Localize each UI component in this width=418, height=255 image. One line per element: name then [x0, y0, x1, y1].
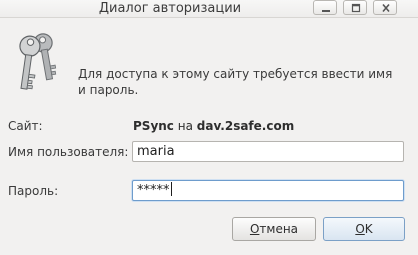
username-value: maria — [137, 144, 175, 159]
close-button[interactable] — [373, 0, 397, 15]
minimize-icon — [322, 10, 330, 12]
cancel-mnemonic: О — [249, 222, 260, 236]
auth-message: Для доступа к этому сайту требуется ввес… — [78, 67, 393, 97]
site-host: dav.2safe.com — [196, 119, 295, 133]
site-app-name: PSync — [133, 119, 174, 133]
window-title: Диалог авторизации — [98, 1, 242, 16]
ok-button[interactable]: OK — [323, 217, 405, 241]
site-connector: на — [173, 119, 197, 133]
maximize-icon — [351, 3, 361, 13]
maximize-button[interactable] — [343, 0, 367, 15]
password-value: ***** — [137, 183, 170, 198]
ok-label-rest: K — [364, 222, 373, 236]
close-icon — [382, 3, 390, 13]
site-value: PSync на dav.2safe.com — [133, 119, 294, 133]
password-field[interactable]: ***** — [132, 180, 404, 201]
cancel-label-rest: тмена — [259, 222, 299, 236]
auth-dialog-window: Диалог авторизации Для доступа к этому с… — [0, 0, 418, 255]
text-caret — [170, 182, 172, 196]
minimize-button[interactable] — [313, 0, 337, 15]
username-label: Имя пользователя: — [8, 145, 129, 159]
ok-mnemonic: O — [355, 222, 365, 236]
password-label: Пароль: — [8, 184, 59, 198]
keys-icon — [8, 30, 68, 94]
site-label: Сайт: — [8, 119, 43, 133]
cancel-button[interactable]: Отмена — [232, 217, 316, 241]
username-field[interactable]: maria — [132, 141, 404, 162]
title-bar[interactable]: Диалог авторизации — [0, 0, 418, 18]
